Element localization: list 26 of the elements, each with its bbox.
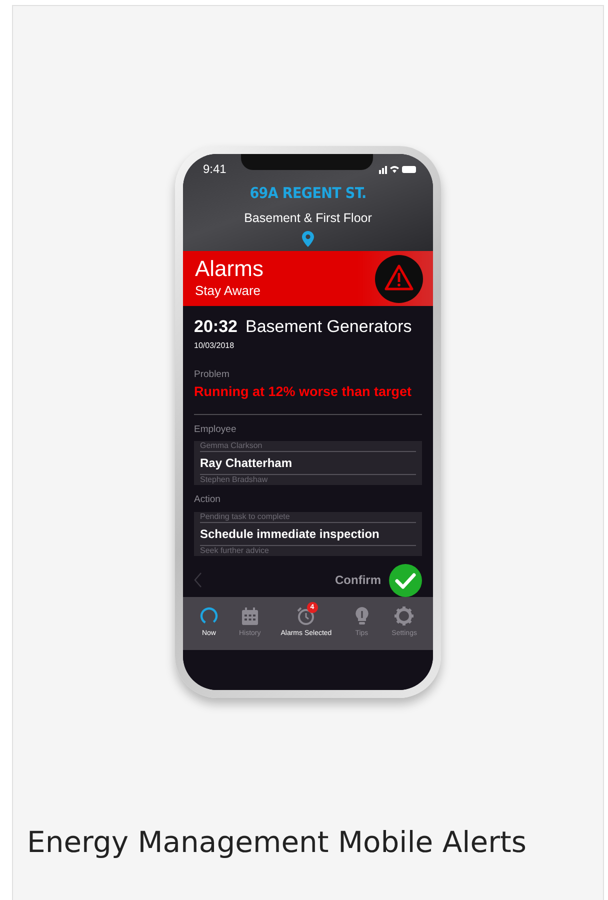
status-time: 9:41 (203, 161, 226, 178)
alarm-clock-icon (296, 606, 316, 626)
address-title: 69A REGENT ST. (248, 183, 368, 204)
calendar-icon (240, 606, 260, 626)
alarm-date: 10/03/2018 (194, 340, 236, 352)
warning-icon (375, 254, 423, 303)
location-pin-icon (302, 231, 314, 248)
alarm-title: Basement Generators (245, 316, 412, 338)
field-label: Action (194, 493, 222, 508)
banner-subtitle: Stay Aware (195, 282, 262, 300)
page-caption: Energy Management Mobile Alerts (26, 824, 526, 860)
picker-field[interactable]: Gemma Clarkson Ray Chatterham Stephen Bradshaw (194, 441, 422, 486)
floor-label: Basement & First Floor (243, 210, 373, 226)
banner-title: Alarms (195, 257, 264, 280)
confirm-check-icon[interactable] (389, 564, 422, 597)
loading-ring-icon (198, 606, 219, 626)
picker-option[interactable]: Schedule immediate inspection (200, 522, 416, 546)
picker-field[interactable]: Pending task to complete Schedule immediate inspection Seek further advice (194, 512, 422, 556)
field-label: Problem (194, 368, 230, 382)
alarm-time: 20:32 (194, 316, 238, 338)
field-label: Employee (194, 423, 238, 438)
status-icons (379, 164, 417, 174)
problem-text: Running at 12% worse than target (194, 382, 413, 401)
settings-icon (394, 606, 414, 626)
picker-option[interactable]: Ray Chatterham (200, 451, 416, 476)
confirm-label[interactable]: Confirm (335, 571, 381, 590)
